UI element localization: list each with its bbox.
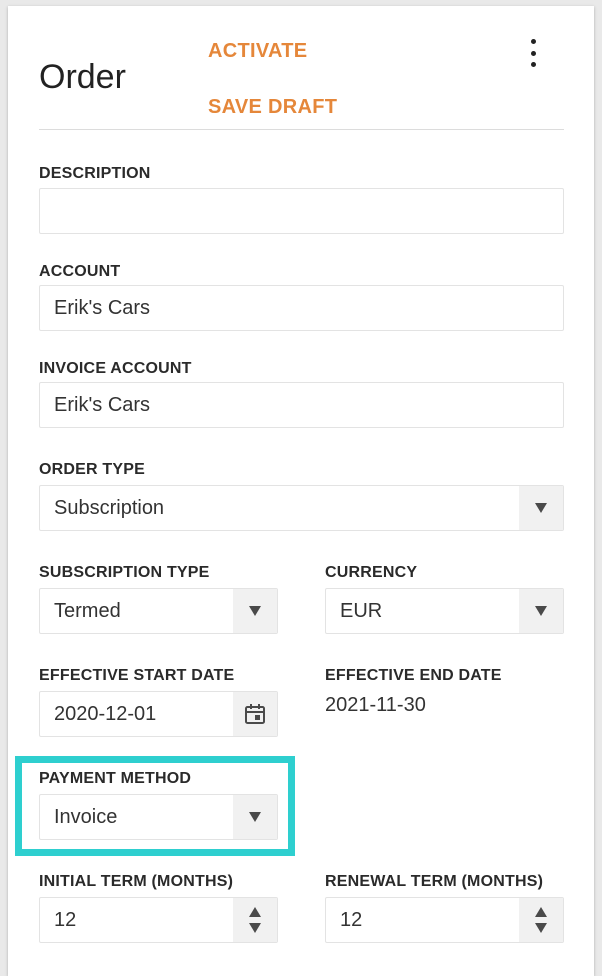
effective-end-date-value: 2021-11-30: [325, 694, 426, 716]
effective-start-date-label: EFFECTIVE START DATE: [39, 667, 235, 684]
invoice-account-label: INVOICE ACCOUNT: [39, 360, 192, 377]
currency-label: CURRENCY: [325, 564, 418, 581]
currency-select[interactable]: EUR: [325, 588, 564, 634]
description-label: DESCRIPTION: [39, 165, 151, 182]
invoice-account-field[interactable]: Erik's Cars: [39, 382, 564, 428]
chevron-down-icon[interactable]: [233, 589, 277, 633]
renewal-term-label: RENEWAL TERM (MONTHS): [325, 873, 544, 890]
initial-term-label: INITIAL TERM (MONTHS): [39, 873, 234, 890]
subscription-type-value: Termed: [54, 599, 121, 622]
description-field[interactable]: [39, 188, 564, 234]
effective-start-date-value: 2020-12-01: [54, 702, 157, 725]
stepper-arrows-icon[interactable]: [519, 898, 563, 942]
header-divider: [39, 129, 564, 130]
account-value: Erik's Cars: [54, 296, 151, 319]
activate-button[interactable]: ACTIVATE: [208, 40, 307, 63]
subscription-type-select[interactable]: Termed: [39, 588, 278, 634]
calendar-icon[interactable]: [233, 692, 277, 736]
currency-value: EUR: [340, 599, 383, 622]
initial-term-value: 12: [54, 908, 77, 931]
chevron-down-icon[interactable]: [519, 486, 563, 530]
initial-term-stepper[interactable]: 12: [39, 897, 278, 943]
page-title: Order: [39, 58, 126, 96]
payment-method-label: PAYMENT METHOD: [39, 770, 192, 787]
effective-end-date-label: EFFECTIVE END DATE: [325, 667, 502, 684]
save-draft-button[interactable]: SAVE DRAFT: [208, 96, 337, 119]
renewal-term-value: 12: [340, 908, 363, 931]
chevron-down-icon[interactable]: [233, 795, 277, 839]
order-type-label: ORDER TYPE: [39, 461, 146, 478]
kebab-menu-icon[interactable]: [522, 39, 544, 67]
payment-method-select[interactable]: Invoice: [39, 794, 278, 840]
account-field[interactable]: Erik's Cars: [39, 285, 564, 331]
chevron-down-icon[interactable]: [519, 589, 563, 633]
account-label: ACCOUNT: [39, 263, 121, 280]
order-type-value: Subscription: [54, 496, 165, 519]
subscription-type-label: SUBSCRIPTION TYPE: [39, 564, 210, 581]
stepper-arrows-icon[interactable]: [233, 898, 277, 942]
order-type-select[interactable]: Subscription: [39, 485, 564, 531]
payment-method-value: Invoice: [54, 805, 118, 828]
renewal-term-stepper[interactable]: 12: [325, 897, 564, 943]
invoice-account-value: Erik's Cars: [54, 393, 151, 416]
effective-start-date-field[interactable]: 2020-12-01: [39, 691, 278, 737]
